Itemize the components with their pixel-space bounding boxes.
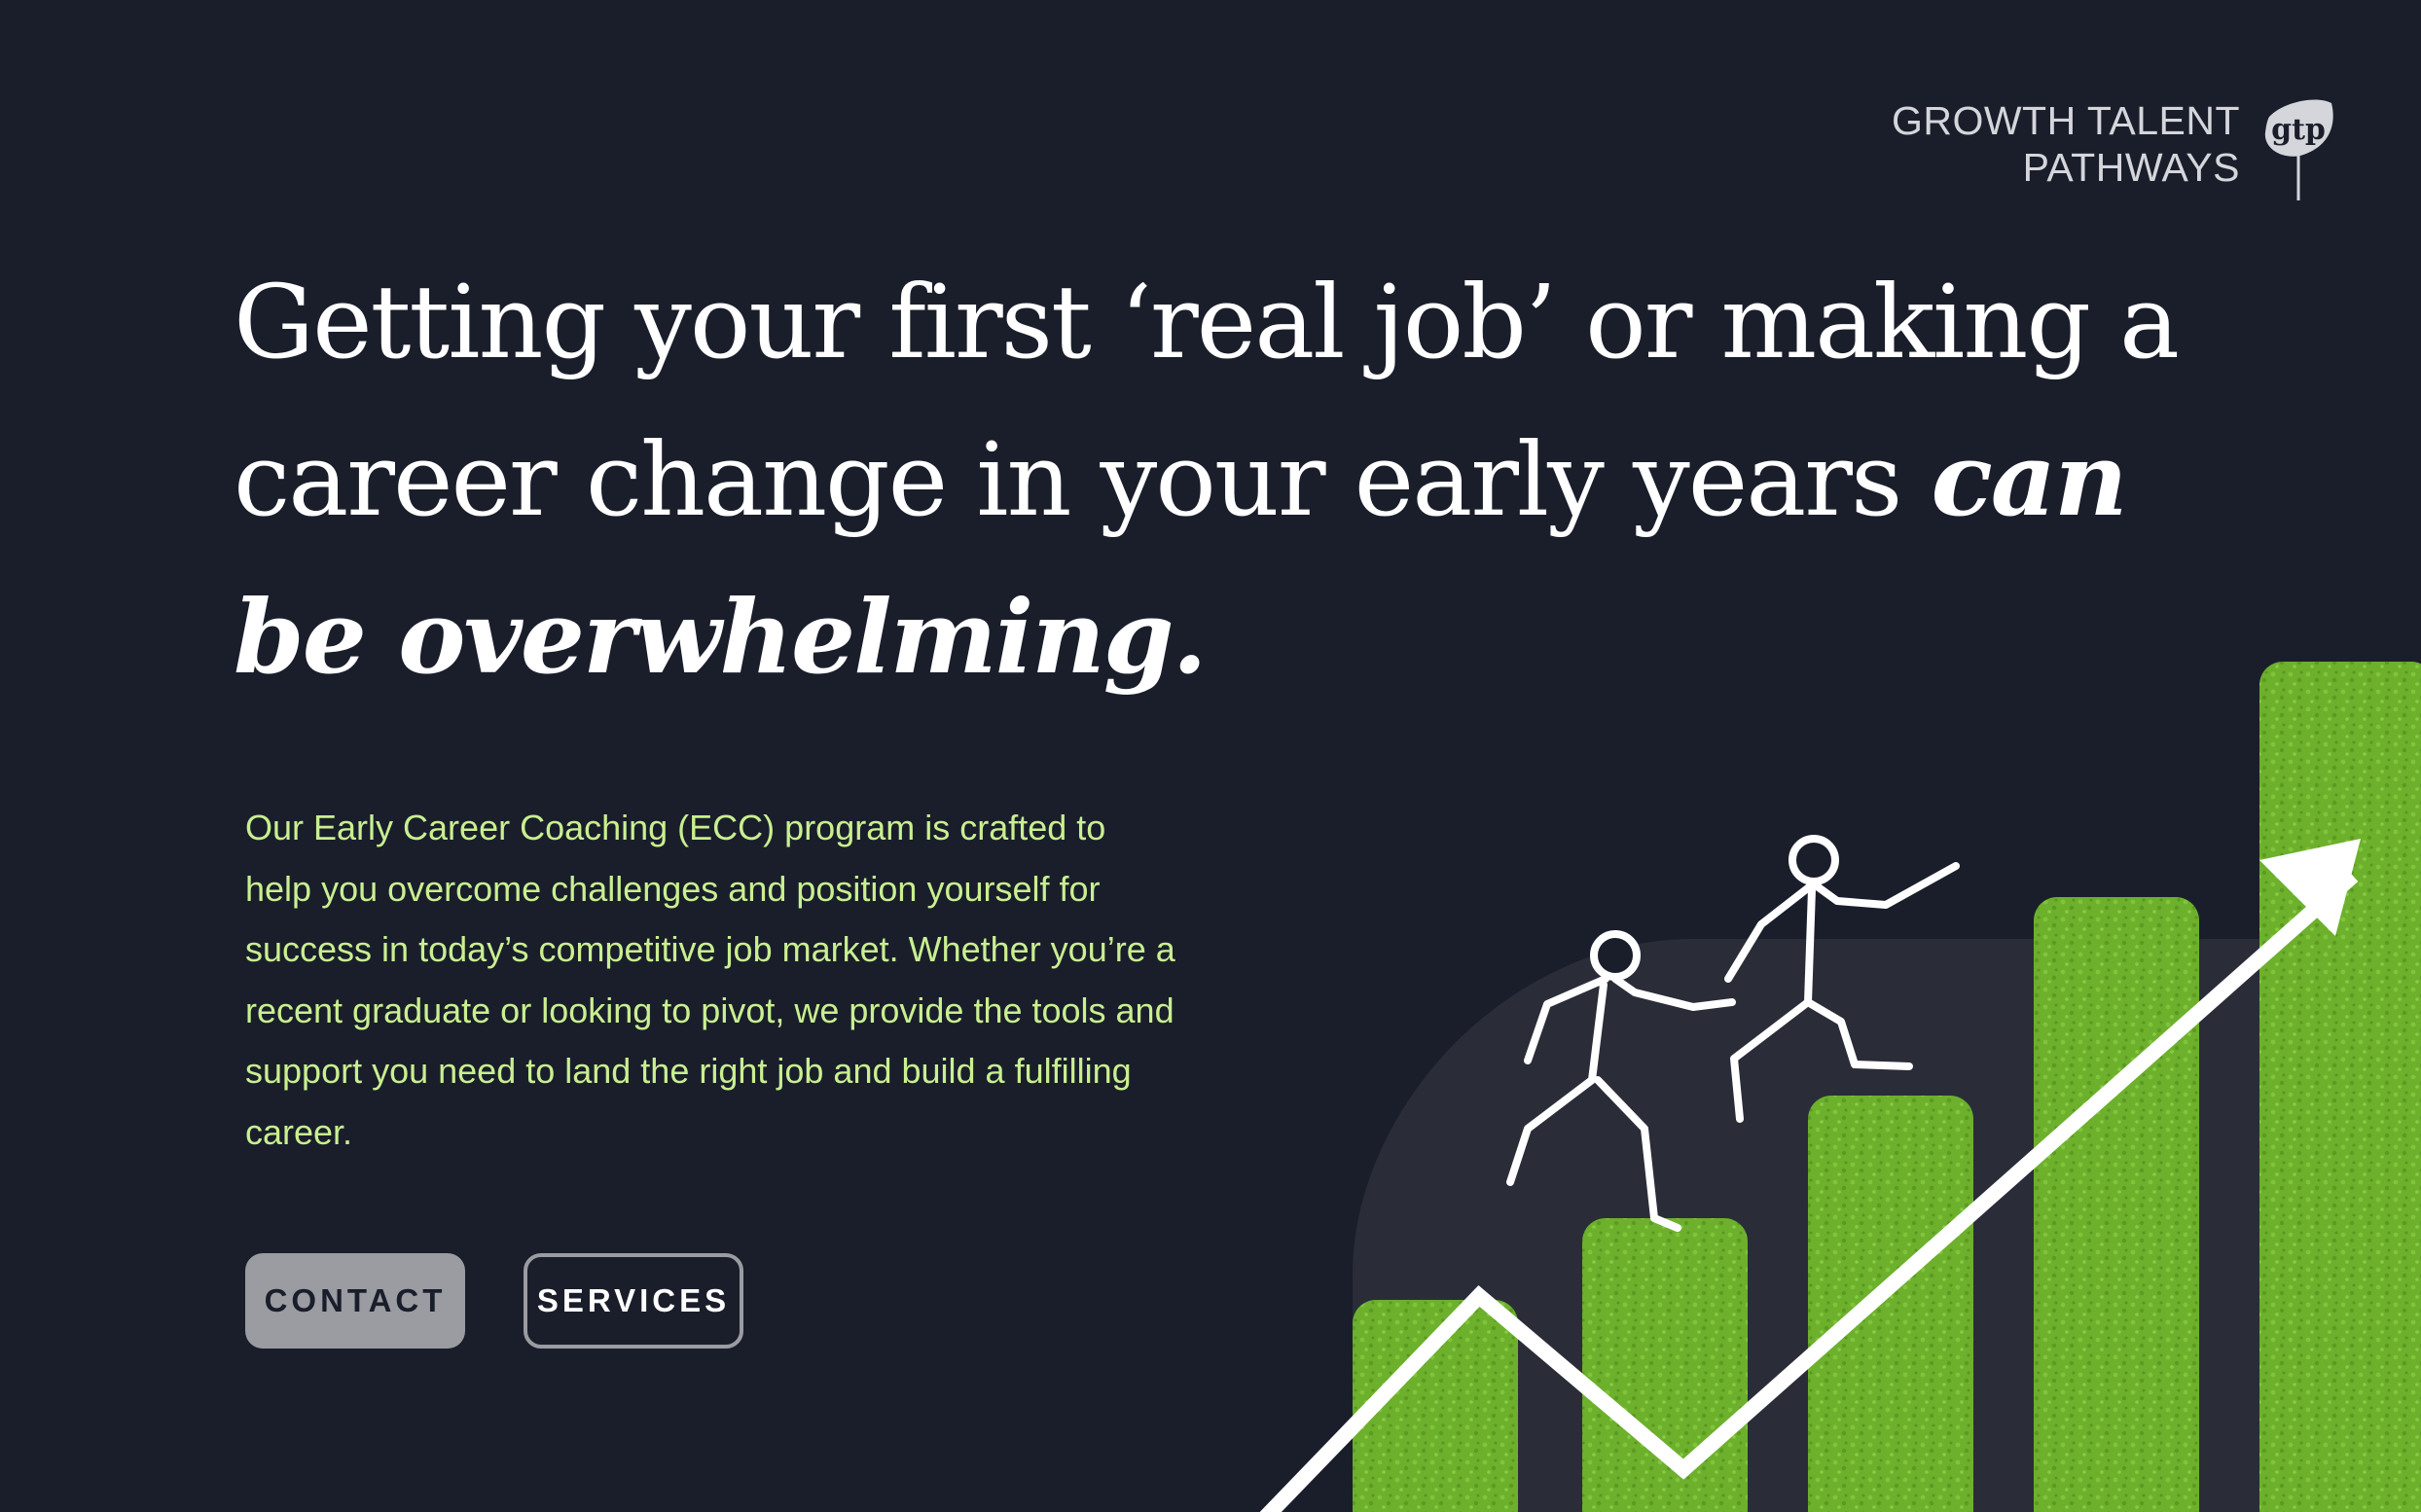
brand-mark-text: gtp (2271, 113, 2326, 147)
hero-description: Our Early Career Coaching (ECC) program … (245, 808, 1175, 1152)
hero-headline: Getting your first ‘real job’ or making … (234, 243, 2180, 716)
grass-bar-3 (1808, 1096, 1973, 1512)
leaf-logo-icon: gtp (2264, 99, 2333, 200)
hero-page: GROWTH TALENT PATHWAYS gtp Getting your … (0, 0, 2421, 1512)
grass-bar-4 (2034, 897, 2199, 1512)
grass-bar-2 (1582, 1218, 1748, 1512)
brand-line-2: PATHWAYS (2022, 145, 2240, 190)
headline-plain: Getting your first ‘real job’ or making … (234, 263, 2180, 539)
brand-logo[interactable]: GROWTH TALENT PATHWAYS gtp (1892, 97, 2335, 202)
brand-wordmark: GROWTH TALENT PATHWAYS (1892, 97, 2240, 191)
growth-chart-climbers-illustration (1259, 662, 2421, 1512)
grass-bar-5 (2259, 662, 2421, 1512)
contact-button[interactable]: CONTACT (245, 1253, 465, 1349)
services-button[interactable]: SERVICES (524, 1253, 743, 1349)
brand-line-1: GROWTH TALENT (1891, 98, 2240, 143)
